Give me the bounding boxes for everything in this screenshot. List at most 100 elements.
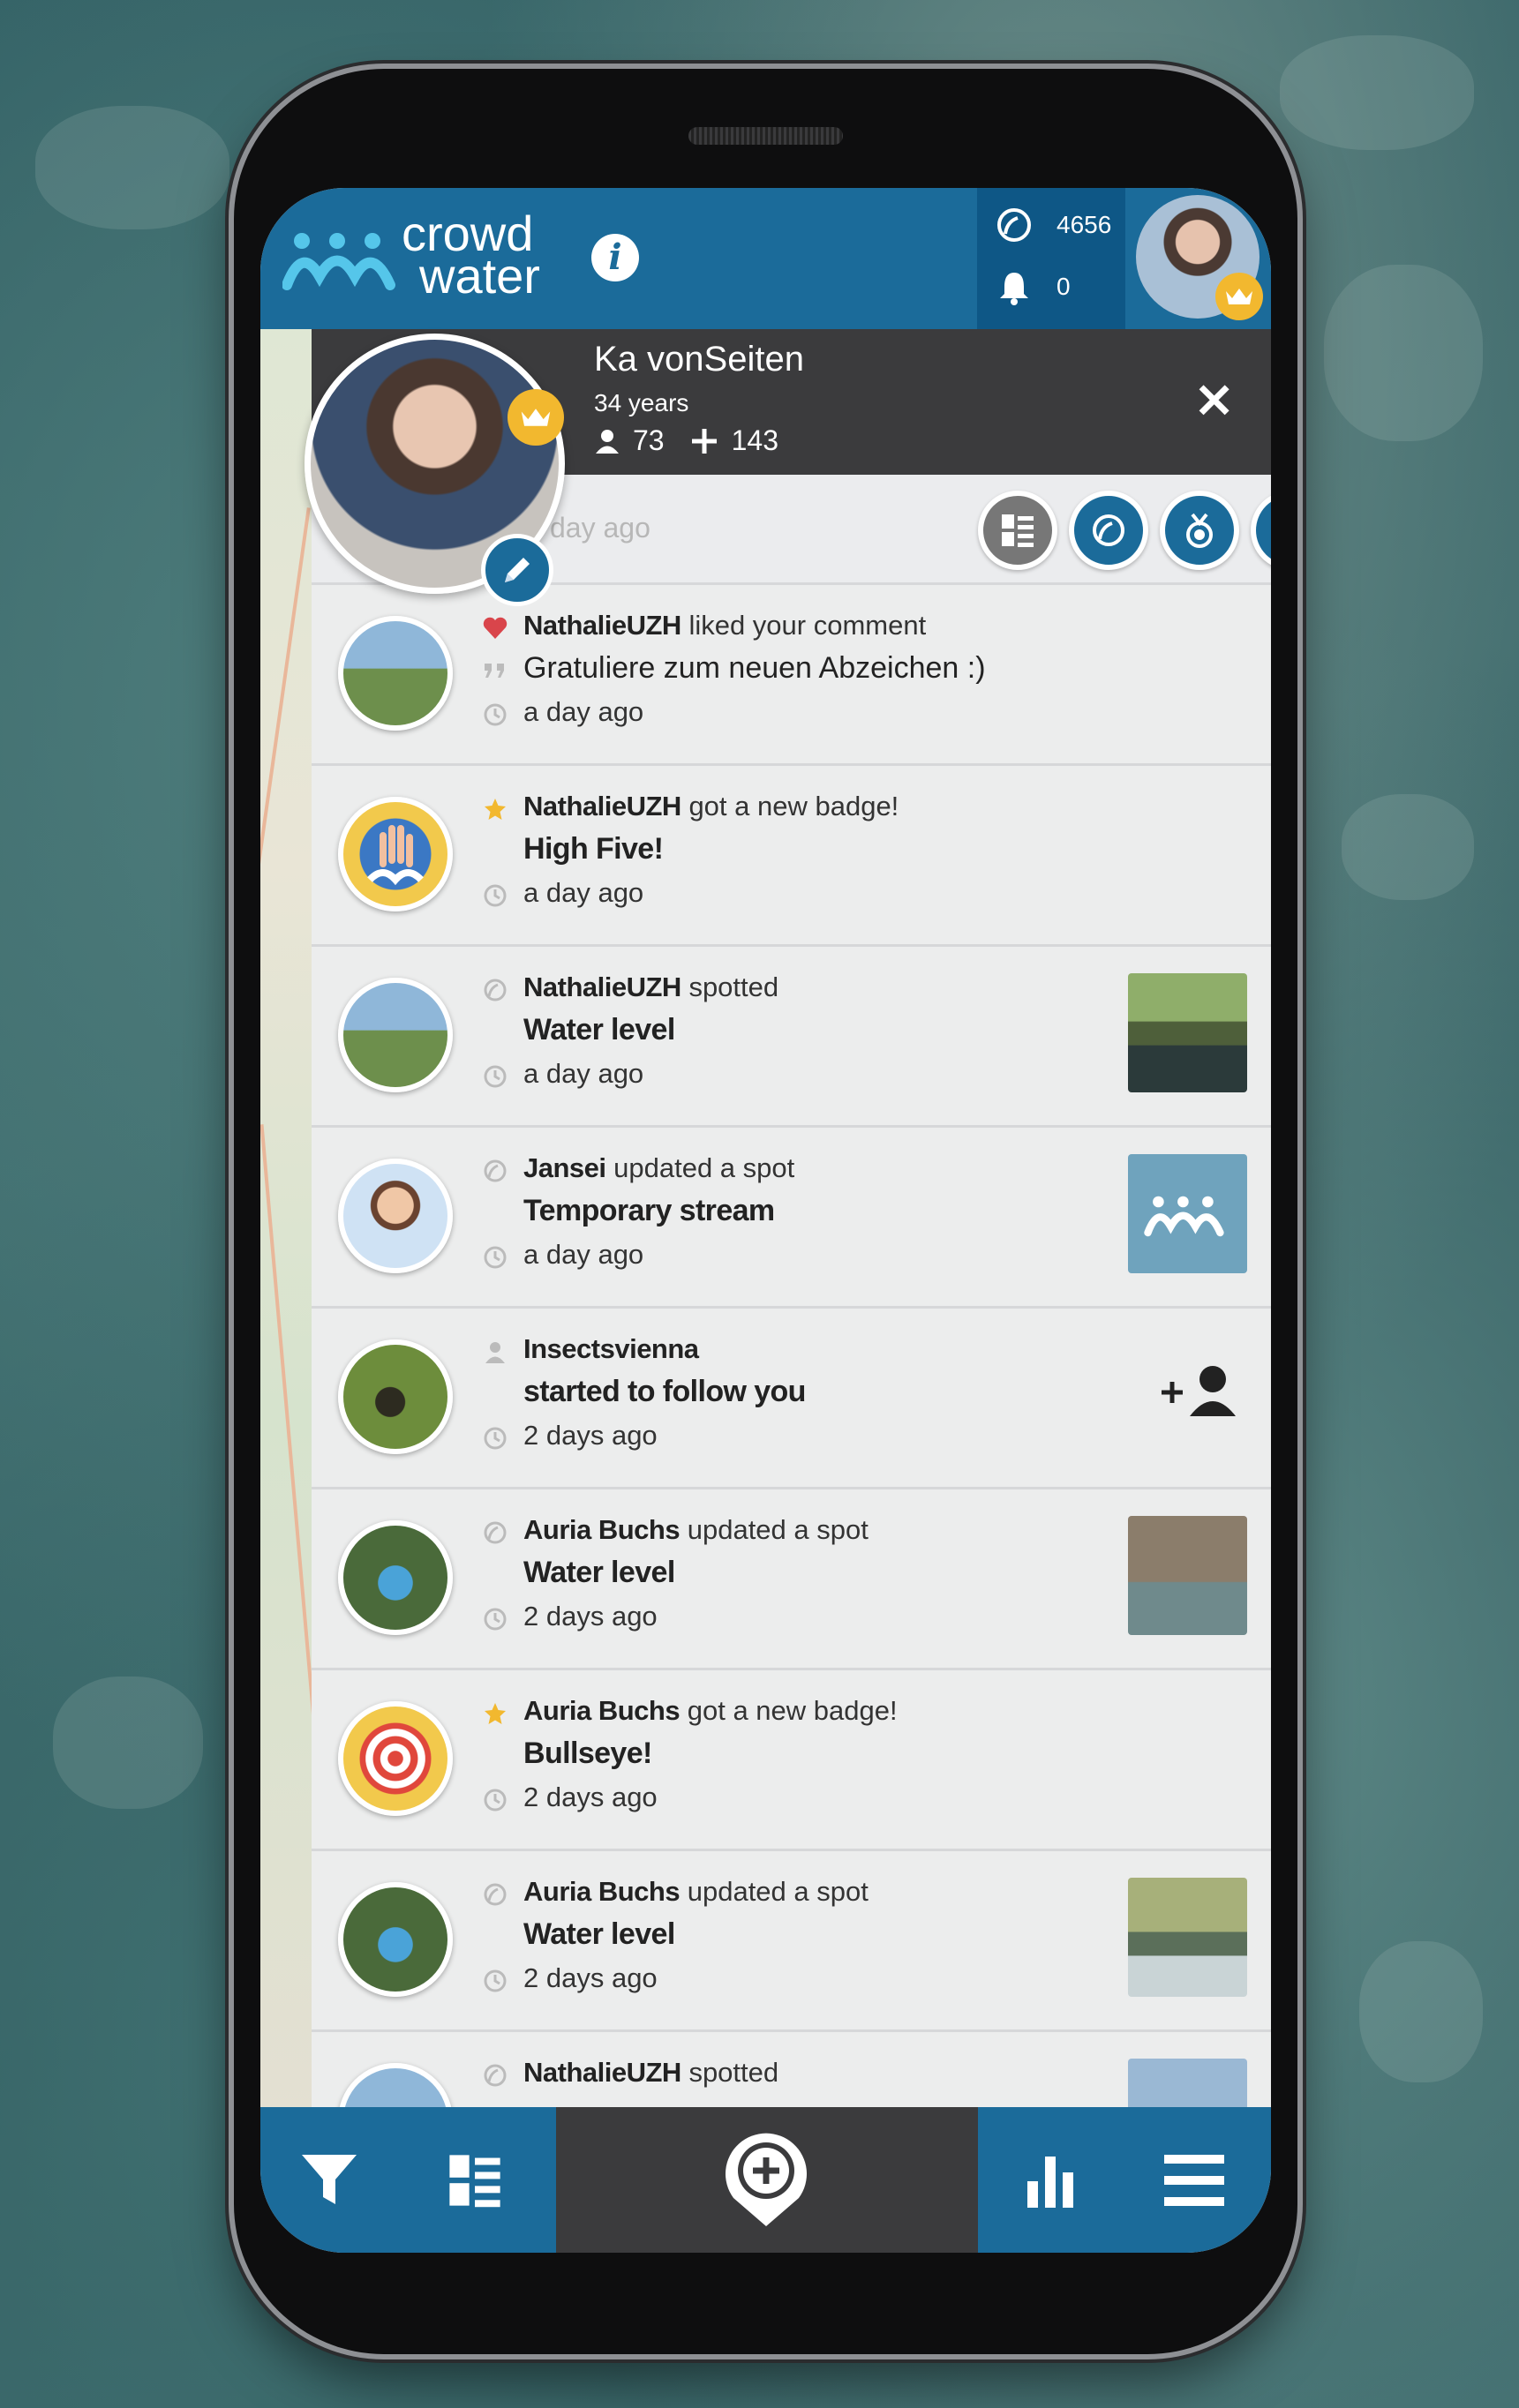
feed-user[interactable]: NathalieUZH: [523, 2057, 681, 2088]
user-avatar-auria[interactable]: [338, 1882, 453, 1997]
menu-button[interactable]: [1159, 2147, 1229, 2213]
nav-center-group: [556, 2107, 978, 2253]
list-view-button[interactable]: [441, 2147, 508, 2213]
following-count[interactable]: 143: [732, 424, 778, 457]
user-avatar-nathalie[interactable]: [338, 616, 453, 731]
badge-high-five-icon[interactable]: [338, 797, 453, 911]
feed-user[interactable]: Auria Buchs: [523, 1695, 681, 1726]
clock-icon: [482, 1425, 508, 1452]
feed-detail: High Five!: [523, 832, 664, 866]
clock-icon: [482, 1787, 508, 1813]
info-button[interactable]: i: [591, 234, 639, 281]
followers-icon: [596, 429, 619, 454]
drop-icon: [1093, 514, 1124, 546]
feed-time: a day ago: [523, 1058, 644, 1089]
tab-feed[interactable]: [978, 491, 1057, 570]
medal-icon: [1186, 513, 1213, 548]
points-stat[interactable]: 4656: [995, 206, 1111, 244]
pencil-icon: [505, 558, 530, 582]
filter-icon: [301, 2154, 357, 2204]
feed-detail: Gratuliere zum neuen Abzeichen :): [523, 651, 986, 685]
close-profile-button[interactable]: ✕: [1194, 373, 1234, 429]
statistics-button[interactable]: [1018, 2147, 1084, 2213]
feed-detail: Water level: [523, 1917, 675, 1951]
feed-item[interactable]: Jansei updated a spot Temporary stream a…: [312, 1128, 1271, 1309]
feed-user[interactable]: Auria Buchs: [523, 1514, 681, 1545]
bell-icon: [1000, 273, 1028, 305]
quote-icon: [482, 657, 508, 684]
tab-badges[interactable]: [1160, 491, 1239, 570]
feed-user[interactable]: Jansei: [523, 1152, 606, 1183]
user-avatar-nathalie[interactable]: [338, 2063, 453, 2109]
tab-profile[interactable]: [1251, 491, 1271, 570]
follow-back-button[interactable]: [1154, 1362, 1239, 1428]
list-icon: [448, 2154, 500, 2207]
feed-user[interactable]: NathalieUZH: [523, 971, 681, 1002]
feed-user[interactable]: NathalieUZH: [523, 791, 681, 821]
add-user-icon: [1162, 1366, 1236, 1416]
feed-item[interactable]: NathalieUZH got a new badge! High Five! …: [312, 766, 1271, 947]
user-avatar-auria[interactable]: [338, 1520, 453, 1635]
clock-icon: [482, 882, 508, 909]
faded-timestamp: day ago: [550, 512, 650, 544]
feed-item[interactable]: Auria Buchs updated a spot Water level 2…: [312, 1851, 1271, 2032]
spot-thumbnail[interactable]: [1128, 2059, 1247, 2109]
person-icon: [482, 1339, 508, 1365]
clock-icon: [482, 1063, 508, 1090]
feed-item[interactable]: Insectsvienna started to follow you 2 da…: [312, 1309, 1271, 1489]
feed-user[interactable]: NathalieUZH: [523, 610, 681, 641]
badge-bullseye-icon[interactable]: [338, 1701, 453, 1816]
feed-item[interactable]: Auria Buchs got a new badge! Bullseye! 2…: [312, 1670, 1271, 1851]
followers-count[interactable]: 73: [633, 424, 665, 457]
feed-action: spotted: [688, 2057, 779, 2088]
phone-speaker: [688, 127, 843, 145]
feed-item[interactable]: NathalieUZH liked your comment Gratulier…: [312, 585, 1271, 766]
feed-detail: Temporary stream: [523, 1194, 775, 1227]
add-spot-button[interactable]: [715, 2129, 816, 2231]
app-screen: crowd water i 4656 0 Ka vonSeiten 34 yea…: [260, 188, 1271, 2253]
user-avatar[interactable]: [1136, 195, 1263, 320]
feed-item[interactable]: NathalieUZH spotted Water level a day ag…: [312, 947, 1271, 1128]
nav-right-group: [978, 2107, 1271, 2253]
profile-age: 34 years: [594, 389, 689, 416]
feed-time: a day ago: [523, 877, 644, 908]
feed-user[interactable]: Insectsvienna: [523, 1333, 699, 1364]
stats-panel: 4656 0: [977, 188, 1125, 329]
feed-time: 2 days ago: [523, 1420, 658, 1451]
user-avatar-nathalie[interactable]: [338, 978, 453, 1092]
following-plus-icon: [691, 428, 717, 454]
notifications-value: 0: [1057, 273, 1071, 300]
clock-icon: [482, 1968, 508, 1994]
feed-detail: Bullseye!: [523, 1737, 652, 1770]
spot-thumbnail[interactable]: [1128, 1516, 1247, 1635]
star-icon: [482, 796, 508, 822]
feed-time: 2 days ago: [523, 1601, 658, 1632]
profile-counts: 73 143: [594, 424, 778, 457]
feed-headline: NathalieUZH spotted: [523, 2057, 778, 2089]
filter-button[interactable]: [296, 2147, 362, 2213]
tab-spots[interactable]: [1069, 491, 1148, 570]
notifications-stat[interactable]: 0: [995, 267, 1071, 306]
user-avatar-jansei[interactable]: [338, 1159, 453, 1273]
feed-action: updated a spot: [687, 1514, 869, 1545]
user-avatar-insectsvienna[interactable]: [338, 1339, 453, 1454]
feed-headline: NathalieUZH got a new badge!: [523, 791, 899, 822]
crowdwater-placeholder-thumbnail[interactable]: [1128, 1154, 1247, 1273]
feed-item[interactable]: Auria Buchs updated a spot Water level 2…: [312, 1489, 1271, 1670]
feed-headline: Insectsvienna: [523, 1333, 699, 1365]
feed-user[interactable]: Auria Buchs: [523, 1876, 681, 1907]
feed-headline: NathalieUZH spotted: [523, 971, 778, 1003]
bottom-navigation: [260, 2107, 1271, 2253]
feed-item[interactable]: NathalieUZH spotted: [312, 2032, 1271, 2109]
feed-headline: Auria Buchs updated a spot: [523, 1876, 869, 1908]
brand-line-2: water: [419, 248, 540, 304]
edit-profile-button[interactable]: [481, 534, 553, 606]
spot-thumbnail[interactable]: [1128, 973, 1247, 1092]
clock-icon: [482, 1606, 508, 1632]
crown-icon: [1215, 273, 1263, 320]
feed-action: liked your comment: [688, 610, 927, 641]
feed-time: 2 days ago: [523, 1962, 658, 1993]
spot-thumbnail[interactable]: [1128, 1878, 1247, 1997]
feed-headline: Auria Buchs updated a spot: [523, 1514, 869, 1546]
activity-feed: NathalieUZH liked your comment Gratulier…: [312, 585, 1271, 2109]
